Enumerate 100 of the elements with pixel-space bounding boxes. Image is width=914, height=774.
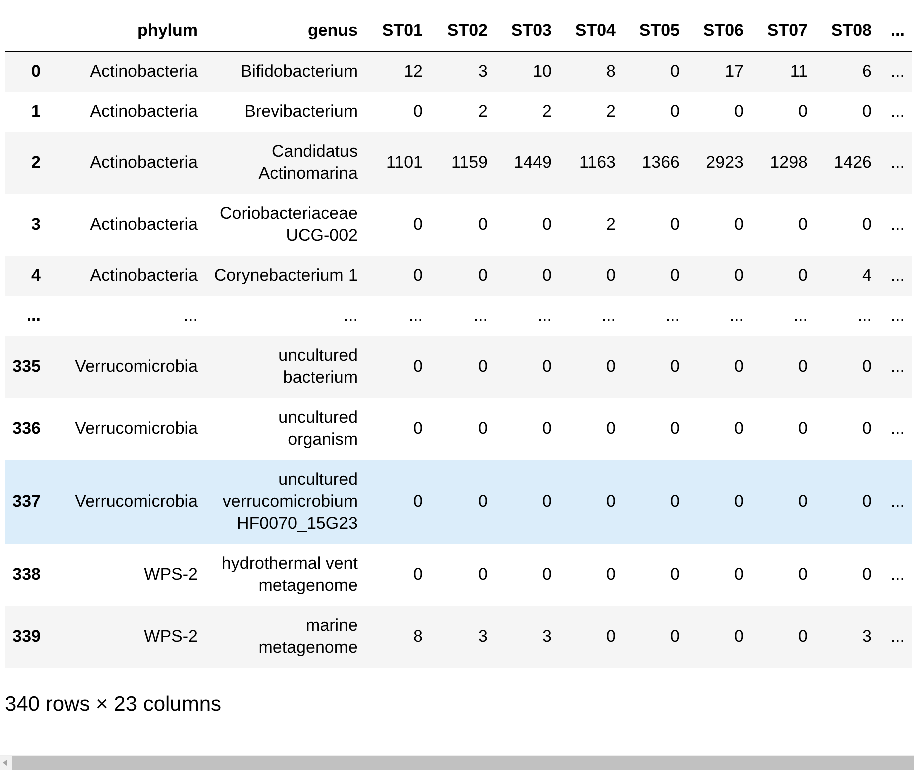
table-cell: 0 [495,336,559,398]
table-cell: uncultured bacterium [205,336,365,398]
table-cell: 0 [430,398,495,460]
table-cell: ... [879,92,912,132]
table-cell: 0 [495,194,559,256]
horizontal-scrollbar[interactable] [0,755,914,770]
table-cell: ... [879,606,912,668]
table-cell: 0 [559,606,623,668]
table-cell: ... [879,194,912,256]
table-cell: 0 [751,606,815,668]
table-cell: 0 [687,336,751,398]
table-cell: 1366 [623,132,687,194]
table-cell: Verrucomicrobia [48,460,205,544]
row-index: 337 [5,460,48,544]
table-cell: 0 [623,194,687,256]
table-cell: ... [687,296,751,336]
table-cell: 0 [430,460,495,544]
table-cell: 1298 [751,132,815,194]
table-cell: 0 [623,336,687,398]
table-cell: ... [879,336,912,398]
table-cell: marine metagenome [205,606,365,668]
table-cell: ... [623,296,687,336]
table-cell: uncultured verrucomicrobium HF0070_15G23 [205,460,365,544]
table-cell: ... [879,256,912,296]
scroll-left-icon[interactable] [0,756,12,770]
table-cell: 0 [687,460,751,544]
table-cell: 0 [430,336,495,398]
table-cell: 0 [559,256,623,296]
table-cell: 2 [495,92,559,132]
table-cell: 0 [751,460,815,544]
table-cell: 3 [495,606,559,668]
table-cell: 3 [815,606,879,668]
table-cell: 2 [559,194,623,256]
table-cell: WPS-2 [48,606,205,668]
table-cell: ... [430,296,495,336]
table-cell: 11 [751,52,815,92]
row-index: 0 [5,52,48,92]
table-cell: 8 [559,52,623,92]
table-cell: WPS-2 [48,544,205,606]
table-cell: 0 [365,92,430,132]
table-cell: 0 [751,92,815,132]
table-cell: 12 [365,52,430,92]
table-cell: 0 [623,256,687,296]
table-cell: 0 [365,460,430,544]
table-cell: Bifidobacterium [205,52,365,92]
table-cell: Corynebacterium 1 [205,256,365,296]
table-cell: 0 [751,544,815,606]
table-cell: ... [815,296,879,336]
table-cell: Actinobacteria [48,92,205,132]
table-cell: hydrothermal vent metagenome [205,544,365,606]
table-cell: 0 [430,256,495,296]
table-cell: 0 [495,544,559,606]
table-cell: 0 [495,460,559,544]
table-cell: Coriobacteriaceae UCG-002 [205,194,365,256]
table-cell: Actinobacteria [48,52,205,92]
table-cell: ... [205,296,365,336]
table-cell: ... [879,398,912,460]
table-cell: 17 [687,52,751,92]
table-cell: 0 [559,398,623,460]
table-cell: 0 [751,256,815,296]
table-cell: 0 [559,460,623,544]
table-cell: 0 [623,606,687,668]
table-cell: 4 [815,256,879,296]
table-cell: 2 [430,92,495,132]
table-cell: uncultured organism [205,398,365,460]
row-index: ... [5,296,48,336]
table-cell: 0 [495,256,559,296]
table-cell: 6 [815,52,879,92]
table-cell: 0 [687,606,751,668]
table-cell: 2 [559,92,623,132]
table-cell: 1101 [365,132,430,194]
table-cell: Verrucomicrobia [48,398,205,460]
table-cell: Verrucomicrobia [48,336,205,398]
table-cell: 0 [623,398,687,460]
table-cell: Brevibacterium [205,92,365,132]
table-cell: 2923 [687,132,751,194]
table-cell: Actinobacteria [48,194,205,256]
table-cell: 0 [623,52,687,92]
row-index: 4 [5,256,48,296]
table-cell: 0 [815,398,879,460]
table-cell: 0 [815,92,879,132]
table-cell: ... [751,296,815,336]
table-cell: 0 [365,398,430,460]
table-cell: Actinobacteria [48,256,205,296]
table-cell: 1159 [430,132,495,194]
table-cell: 0 [751,398,815,460]
table-cell: 0 [623,460,687,544]
table-cell: 10 [495,52,559,92]
table-cell: ... [48,296,205,336]
table-cell: 0 [559,336,623,398]
table-cell: 0 [815,194,879,256]
row-index: 339 [5,606,48,668]
table-cell: ... [879,460,912,544]
row-index: 336 [5,398,48,460]
table-cell: Candidatus Actinomarina [205,132,365,194]
table-cell: 0 [623,544,687,606]
table-summary: 340 rows × 23 columns [4,692,223,718]
table-cell: 0 [623,92,687,132]
table-cell: 0 [687,398,751,460]
table-cell: 0 [559,544,623,606]
